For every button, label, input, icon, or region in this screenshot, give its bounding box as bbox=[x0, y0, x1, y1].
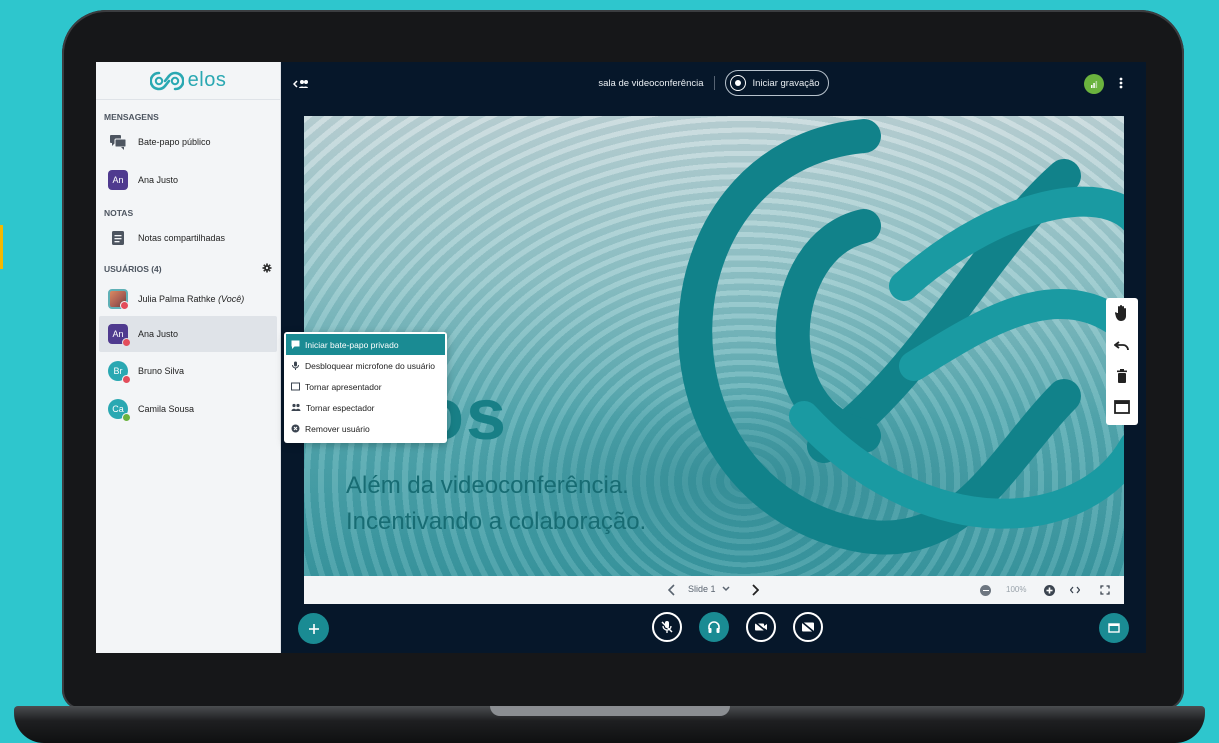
fit-width-icon[interactable] bbox=[1069, 585, 1081, 597]
restore-presentation-button[interactable] bbox=[1099, 613, 1129, 643]
edge-marker bbox=[0, 225, 3, 269]
private-chat-label: Ana Justo bbox=[138, 175, 179, 185]
user-item-julia[interactable]: Julia Palma Rathke (Você) bbox=[96, 282, 280, 316]
chat-icon bbox=[291, 340, 300, 349]
screenshare-toggle-button[interactable] bbox=[793, 612, 823, 642]
muted-badge bbox=[122, 338, 131, 347]
users-icon bbox=[291, 403, 301, 411]
screenshare-off-icon bbox=[801, 621, 815, 633]
menu-item-label: Desbloquear microfone do usuário bbox=[305, 360, 435, 371]
zoom-out-icon[interactable] bbox=[980, 585, 991, 596]
user-item-ana[interactable]: An Ana Justo bbox=[99, 316, 277, 352]
menu-item-label: Tornar espectador bbox=[306, 402, 375, 413]
presentation-icon bbox=[291, 382, 300, 391]
window-icon bbox=[1108, 623, 1120, 633]
logo-text: elos bbox=[187, 69, 227, 91]
menu-item-make-presenter[interactable]: Tornar apresentador bbox=[286, 376, 445, 397]
remove-icon bbox=[291, 424, 300, 433]
user-name: Ana Justo bbox=[138, 329, 179, 339]
users-section-title: USUÁRIOS (4) bbox=[96, 262, 280, 276]
app-logo: elos bbox=[96, 62, 280, 100]
muted-badge bbox=[120, 301, 129, 310]
fullscreen-icon[interactable] bbox=[1100, 585, 1110, 597]
sidebar: elos MENSAGENS Bate-papo público An Ana … bbox=[96, 62, 281, 653]
record-icon bbox=[729, 75, 746, 91]
record-label: Iniciar gravação bbox=[752, 77, 820, 89]
menu-item-start-private-chat[interactable]: Iniciar bate-papo privado bbox=[286, 334, 445, 355]
public-chat-label: Bate-papo público bbox=[138, 137, 211, 147]
avatar: Ca bbox=[108, 399, 131, 422]
camera-off-icon bbox=[754, 621, 768, 633]
shared-notes-item[interactable]: Notas compartilhadas bbox=[96, 222, 280, 254]
avatar: An bbox=[108, 324, 131, 347]
app-screen: elos MENSAGENS Bate-papo público An Ana … bbox=[96, 62, 1146, 653]
audio-button[interactable] bbox=[699, 612, 729, 642]
menu-item-make-viewer[interactable]: Tornar espectador bbox=[286, 397, 445, 418]
trash-icon[interactable] bbox=[1116, 369, 1128, 388]
chat-bubbles-icon bbox=[108, 132, 128, 152]
top-bar: sala de videoconferência Iniciar gravaçã… bbox=[281, 62, 1146, 106]
menu-item-label: Tornar apresentador bbox=[305, 381, 382, 392]
headphones-icon bbox=[708, 621, 720, 633]
user-item-camila[interactable]: Ca Camila Sousa bbox=[96, 390, 280, 428]
zoom-level: 100% bbox=[1006, 585, 1027, 594]
camera-toggle-button[interactable] bbox=[746, 612, 776, 642]
record-button[interactable]: Iniciar gravação bbox=[724, 70, 829, 96]
whiteboard-toolbar bbox=[1106, 298, 1138, 425]
messages-section-title: MENSAGENS bbox=[104, 112, 159, 122]
user-name: Bruno Silva bbox=[138, 366, 185, 376]
menu-item-label: Remover usuário bbox=[305, 423, 370, 434]
avatar: An bbox=[108, 170, 128, 190]
avatar: Br bbox=[108, 361, 131, 384]
slide-label: Slide 1 bbox=[688, 584, 716, 594]
private-chat-item[interactable]: An Ana Justo bbox=[96, 164, 280, 196]
gear-icon[interactable] bbox=[262, 263, 272, 275]
connection-status-icon[interactable] bbox=[1084, 74, 1104, 94]
plus-icon bbox=[308, 623, 319, 634]
notes-section-title: NOTAS bbox=[104, 208, 134, 218]
options-menu-icon[interactable] bbox=[1119, 76, 1123, 95]
undo-icon[interactable] bbox=[1113, 339, 1130, 357]
room-title: sala de videoconferência bbox=[598, 77, 704, 89]
user-name: Julia Palma Rathke (Você) bbox=[138, 294, 245, 304]
user-name: Camila Sousa bbox=[138, 404, 195, 414]
shared-notes-label: Notas compartilhadas bbox=[138, 233, 226, 243]
user-item-bruno[interactable]: Br Bruno Silva bbox=[96, 352, 280, 390]
menu-item-label: Iniciar bate-papo privado bbox=[305, 339, 399, 350]
muted-microphone-icon bbox=[661, 621, 673, 633]
microphone-icon bbox=[292, 361, 299, 370]
slide-selector[interactable]: Slide 1 bbox=[688, 584, 730, 594]
divider bbox=[713, 76, 715, 90]
muted-badge bbox=[122, 375, 131, 384]
laptop-notch bbox=[490, 706, 730, 716]
chevron-down-icon bbox=[722, 586, 730, 592]
actions-button[interactable] bbox=[298, 613, 329, 644]
listen-badge bbox=[122, 413, 131, 422]
user-context-menu: Iniciar bate-papo privado Desbloquear mi… bbox=[284, 332, 447, 443]
avatar bbox=[108, 289, 129, 310]
menu-item-remove-user[interactable]: Remover usuário bbox=[286, 418, 445, 439]
next-slide-icon[interactable] bbox=[751, 584, 760, 598]
elos-logo-icon bbox=[149, 71, 184, 90]
presentation-window-icon[interactable] bbox=[1114, 400, 1130, 419]
zoom-in-icon[interactable] bbox=[1044, 585, 1055, 596]
notes-icon bbox=[108, 228, 128, 248]
prev-slide-icon[interactable] bbox=[667, 584, 676, 598]
slide-subtitle-line-2: Incentivando a colaboração. bbox=[346, 508, 647, 535]
hand-tool-icon[interactable] bbox=[1114, 304, 1130, 327]
menu-item-unlock-microphone[interactable]: Desbloquear microfone do usuário bbox=[286, 355, 445, 376]
slide-control-bar: Slide 1 100% bbox=[304, 576, 1124, 604]
public-chat-item[interactable]: Bate-papo público bbox=[96, 126, 280, 158]
slide-subtitle-line-1: Além da videoconferência. bbox=[346, 472, 629, 499]
microphone-toggle-button[interactable] bbox=[652, 612, 682, 642]
